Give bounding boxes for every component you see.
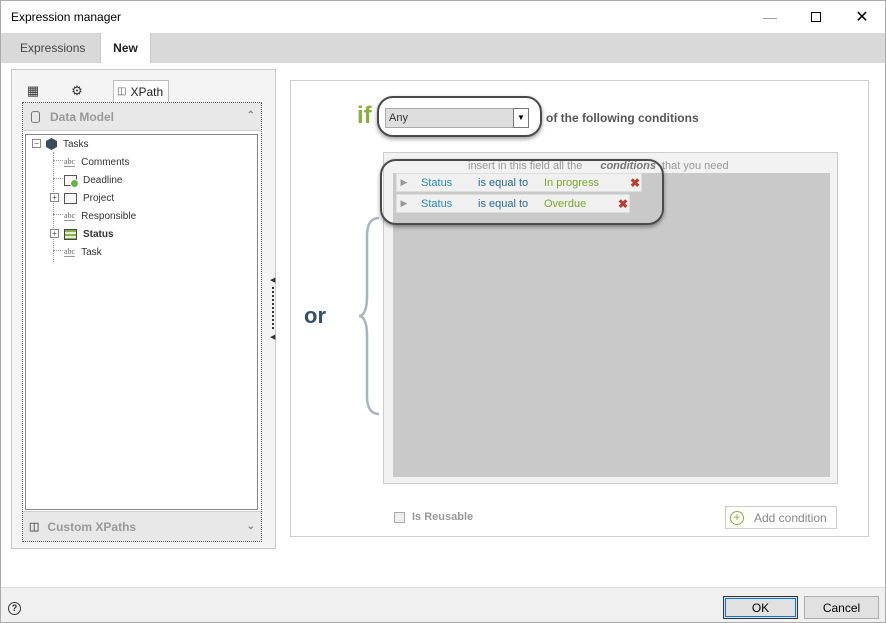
following-conditions-label: of the following conditions [546, 111, 699, 125]
condition-builder-panel: if Any ▼ of the following conditions ins… [290, 80, 869, 537]
tree-node-label: Status [83, 228, 114, 240]
abc-text-icon: abc [64, 246, 76, 257]
or-label: or [304, 303, 326, 328]
tab-bar: Expressions New [1, 33, 885, 63]
tree-node-comments[interactable]: abc Comments [64, 154, 129, 170]
data-model-header[interactable]: Data Model ⌃ [23, 103, 261, 131]
title-bar: Expression manager — ✕ [1, 1, 885, 33]
ok-button[interactable]: OK [723, 596, 798, 619]
cancel-button[interactable]: Cancel [804, 596, 879, 619]
brace-icon [359, 216, 380, 416]
gear-icon[interactable]: ⚙ [66, 81, 88, 101]
add-condition-button[interactable]: + Add condition [725, 506, 837, 529]
custom-xpaths-header[interactable]: ◫ Custom XPaths ⌄ [23, 511, 261, 541]
window-title: Expression manager [11, 10, 122, 24]
entity-icon [64, 192, 77, 204]
help-icon[interactable]: ? [8, 602, 21, 615]
xpath-tab-label: XPath [130, 84, 164, 99]
tree-node-label: Deadline [83, 174, 123, 186]
tree-guide-line [53, 250, 63, 251]
hint-suffix: that you need [661, 160, 729, 172]
abc-text-icon: abc [64, 210, 76, 221]
is-reusable-option[interactable]: Is Reusable [394, 511, 473, 523]
collapse-left-icon[interactable]: ◀ [270, 333, 275, 341]
splitter-grip-icon [272, 287, 274, 329]
expand-icon[interactable]: + [50, 229, 59, 238]
tree-node-label: Comments [81, 156, 130, 168]
tree-node-deadline[interactable]: Deadline [64, 172, 122, 188]
collapse-left-icon[interactable]: ◀ [270, 276, 275, 284]
tree-guide-line [53, 214, 63, 215]
data-model-section: Data Model ⌃ − Tasks abc Comments Deadli… [22, 102, 262, 542]
maximize-button[interactable] [793, 1, 839, 32]
maximize-icon [811, 11, 821, 22]
chevron-up-icon[interactable]: ⌃ [247, 110, 255, 121]
custom-xpaths-title: Custom XPaths [47, 519, 137, 534]
tree-node-project[interactable]: + Project [50, 190, 114, 206]
tree-node-responsible[interactable]: abc Responsible [64, 208, 136, 224]
dialog-footer: ? OK Cancel [1, 587, 885, 622]
table-entity-icon [64, 228, 77, 240]
date-field-icon [64, 174, 79, 188]
tab-new[interactable]: New [100, 33, 151, 63]
if-label: if [357, 102, 372, 129]
add-condition-label: Add condition [754, 510, 827, 525]
cube-icon [46, 138, 57, 150]
tree-node-label: Task [81, 246, 102, 258]
xpath-icon: ◫ [29, 521, 40, 533]
tree-guide-line [53, 178, 63, 179]
left-panel: ▦ ⚙ ◫ XPath Data Model ⌃ − Tasks abc Com… [11, 69, 276, 549]
chevron-down-icon[interactable]: ⌄ [247, 521, 255, 532]
expression-manager-window: Expression manager — ✕ Expressions New ▦… [0, 0, 886, 623]
calculator-icon[interactable]: ▦ [22, 81, 44, 101]
is-reusable-checkbox[interactable] [394, 511, 405, 523]
tab-expressions[interactable]: Expressions [1, 33, 104, 63]
expand-icon[interactable]: + [50, 193, 59, 202]
minimize-button[interactable]: — [747, 1, 793, 32]
tree-node-tasks[interactable]: − Tasks [32, 136, 89, 152]
tree-guide-line [53, 160, 63, 161]
highlight-callout [377, 96, 542, 137]
collapse-icon[interactable]: − [32, 139, 41, 148]
tree-node-status[interactable]: + Status [50, 226, 114, 242]
tree-node-label: Tasks [63, 138, 89, 150]
xpath-icon: ◫ [117, 86, 127, 97]
close-button[interactable]: ✕ [839, 1, 885, 32]
is-reusable-label: Is Reusable [412, 511, 474, 523]
tree-node-task[interactable]: abc Task [64, 244, 102, 260]
xpath-tab[interactable]: ◫ XPath [113, 80, 169, 102]
tree-node-label: Responsible [81, 210, 137, 222]
left-toolbar: ▦ ⚙ [22, 80, 110, 102]
data-model-tree: − Tasks abc Comments Deadline + Project [25, 134, 258, 510]
database-icon [31, 110, 40, 123]
highlight-callout [380, 159, 664, 225]
panel-splitter[interactable]: ◀ ◀ [270, 276, 276, 342]
add-icon: + [730, 510, 744, 525]
tree-guide-line [53, 152, 54, 262]
tree-node-label: Project [83, 192, 115, 204]
abc-text-icon: abc [64, 156, 76, 167]
data-model-title: Data Model [50, 109, 115, 124]
